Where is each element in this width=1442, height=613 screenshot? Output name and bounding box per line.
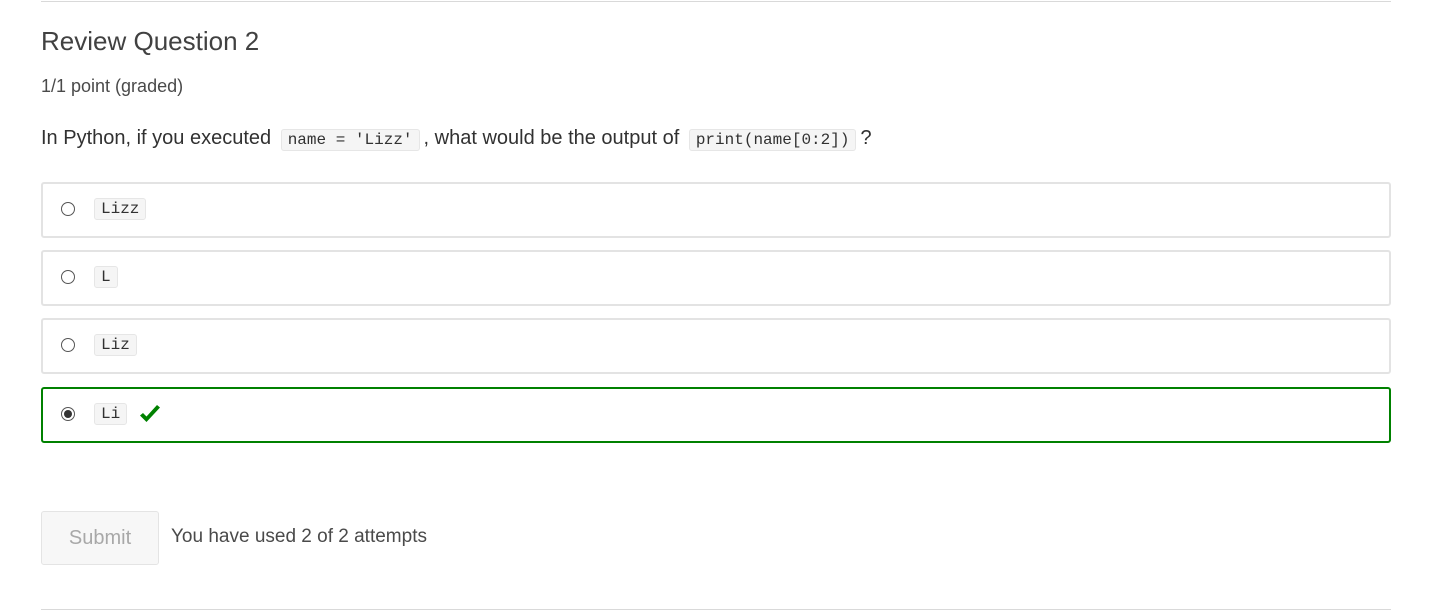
question-prompt: In Python, if you executed name = 'Lizz'… [41, 124, 872, 154]
choice-radio-4[interactable] [61, 407, 75, 421]
choice-option-1[interactable]: Lizz [41, 182, 1391, 238]
points-label: 1/1 point (graded) [41, 76, 184, 96]
choice-label-2: L [94, 266, 118, 288]
choice-radio-3[interactable] [61, 338, 75, 352]
prompt-code-assignment: name = 'Lizz' [280, 129, 420, 151]
choice-label-3: Liz [94, 334, 137, 356]
choice-label-1: Lizz [94, 198, 147, 220]
choice-option-3[interactable]: Liz [41, 318, 1391, 374]
choice-option-4[interactable]: Li [41, 387, 1391, 443]
prompt-text-before: In Python, if you executed [41, 127, 277, 149]
top-divider [41, 1, 1391, 2]
choice-radio-1[interactable] [61, 202, 75, 216]
problem-title: Review Question 2 [41, 26, 260, 56]
choice-label-4: Li [94, 403, 128, 425]
prompt-code-print: print(name[0:2]) [688, 129, 857, 151]
attempts-status: You have used 2 of 2 attempts [171, 526, 427, 547]
choice-radio-2[interactable] [61, 270, 75, 284]
prompt-text-after: ? [860, 127, 872, 149]
submit-button[interactable]: Submit [41, 511, 159, 565]
prompt-text-middle: , what would be the output of [423, 127, 685, 149]
bottom-divider [41, 609, 1391, 610]
choice-option-2[interactable]: L [41, 250, 1391, 306]
checkmark-icon [138, 404, 162, 426]
